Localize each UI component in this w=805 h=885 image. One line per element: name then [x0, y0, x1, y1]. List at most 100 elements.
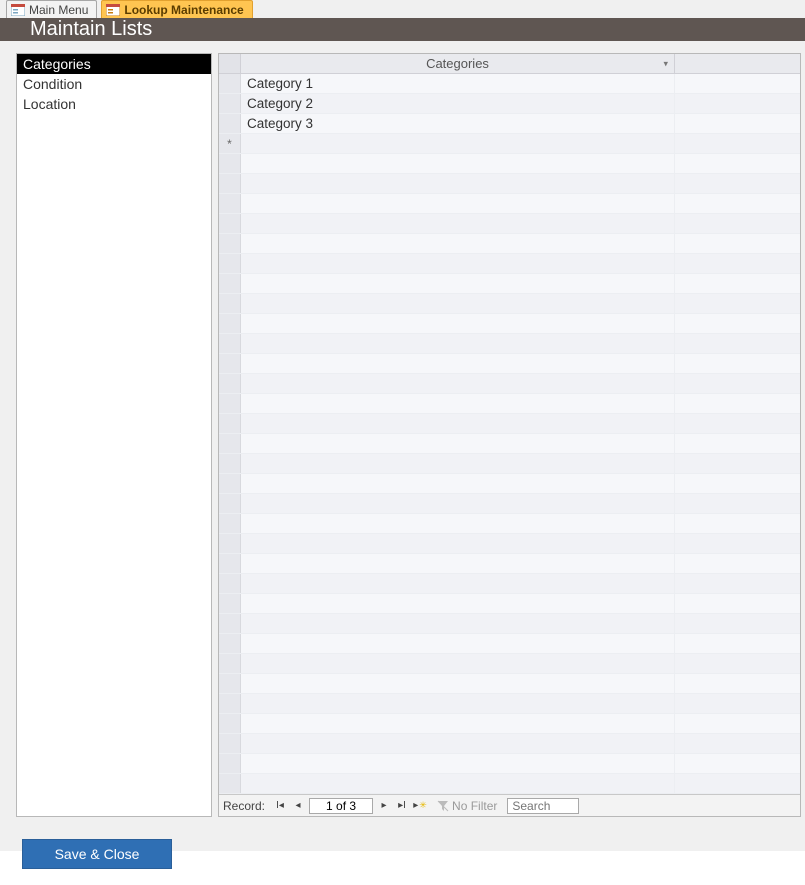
cell-empty[interactable] — [241, 414, 675, 433]
cell-empty[interactable] — [241, 154, 675, 173]
cell-empty[interactable] — [241, 474, 675, 493]
cell-empty[interactable] — [241, 374, 675, 393]
tab-bar: Main Menu Lookup Maintenance — [0, 0, 805, 18]
row-selector[interactable] — [219, 774, 241, 793]
row-selector[interactable] — [219, 154, 241, 173]
cell-empty[interactable] — [241, 454, 675, 473]
row-selector[interactable] — [219, 234, 241, 253]
row-selector[interactable] — [219, 614, 241, 633]
cell-empty[interactable] — [241, 354, 675, 373]
row-filler — [675, 474, 800, 493]
cell-empty[interactable] — [241, 694, 675, 713]
cell-empty[interactable] — [241, 434, 675, 453]
cell-empty[interactable] — [241, 514, 675, 533]
row-selector[interactable] — [219, 634, 241, 653]
cell-category[interactable]: Category 1 — [241, 74, 675, 93]
row-selector[interactable] — [219, 114, 241, 133]
row-selector[interactable] — [219, 514, 241, 533]
row-selector[interactable] — [219, 194, 241, 213]
row-selector[interactable] — [219, 654, 241, 673]
table-row: Category 2 — [219, 94, 800, 114]
row-header-corner[interactable] — [219, 54, 241, 73]
sidebar-item-condition[interactable]: Condition — [17, 74, 211, 94]
search-input[interactable] — [507, 798, 579, 814]
row-selector[interactable] — [219, 554, 241, 573]
column-header-categories[interactable]: Categories ▾ — [241, 54, 675, 73]
row-selector[interactable] — [219, 534, 241, 553]
cell-empty[interactable] — [241, 494, 675, 513]
row-selector[interactable] — [219, 454, 241, 473]
table-row-empty — [219, 534, 800, 554]
cell-empty[interactable] — [241, 394, 675, 413]
row-selector[interactable] — [219, 414, 241, 433]
cell-empty[interactable] — [241, 254, 675, 273]
row-selector[interactable] — [219, 694, 241, 713]
cell-empty[interactable] — [241, 594, 675, 613]
row-selector[interactable] — [219, 314, 241, 333]
row-selector[interactable] — [219, 394, 241, 413]
cell-empty[interactable] — [241, 614, 675, 633]
row-selector[interactable] — [219, 474, 241, 493]
row-selector[interactable] — [219, 214, 241, 233]
cell-empty[interactable] — [241, 534, 675, 553]
cell-empty[interactable] — [241, 234, 675, 253]
row-selector[interactable] — [219, 594, 241, 613]
nav-new-record-icon[interactable]: ▸✳ — [411, 797, 429, 815]
row-selector-new[interactable]: * — [219, 134, 241, 153]
record-position-input[interactable] — [309, 798, 373, 814]
table-row: Category 1 — [219, 74, 800, 94]
row-selector[interactable] — [219, 754, 241, 773]
row-selector[interactable] — [219, 494, 241, 513]
tab-lookup-maintenance[interactable]: Lookup Maintenance — [101, 0, 252, 18]
row-selector[interactable] — [219, 174, 241, 193]
cell-empty[interactable] — [241, 174, 675, 193]
row-selector[interactable] — [219, 94, 241, 113]
cell-empty[interactable] — [241, 654, 675, 673]
table-row-empty — [219, 394, 800, 414]
cell-category[interactable]: Category 3 — [241, 114, 675, 133]
row-selector[interactable] — [219, 674, 241, 693]
sidebar-item-categories[interactable]: Categories — [17, 54, 211, 74]
row-selector[interactable] — [219, 334, 241, 353]
row-selector[interactable] — [219, 274, 241, 293]
cell-empty[interactable] — [241, 214, 675, 233]
row-selector[interactable] — [219, 354, 241, 373]
nav-last-icon[interactable]: ▸I — [393, 797, 411, 815]
cell-category[interactable]: Category 2 — [241, 94, 675, 113]
cell-empty[interactable] — [241, 314, 675, 333]
row-selector[interactable] — [219, 254, 241, 273]
save-close-button[interactable]: Save & Close — [22, 839, 172, 869]
cell-empty[interactable] — [241, 734, 675, 753]
cell-empty[interactable] — [241, 554, 675, 573]
column-headers: Categories ▾ — [219, 54, 800, 74]
cell-empty[interactable] — [241, 274, 675, 293]
row-selector[interactable] — [219, 434, 241, 453]
nav-first-icon[interactable]: I◂ — [271, 797, 289, 815]
table-row-empty — [219, 234, 800, 254]
app-window: Main Menu Lookup Maintenance Maintain Li… — [0, 0, 805, 851]
filter-status[interactable]: No Filter — [429, 799, 505, 813]
row-selector[interactable] — [219, 734, 241, 753]
cell-empty[interactable] — [241, 714, 675, 733]
row-selector[interactable] — [219, 74, 241, 93]
cell-empty[interactable] — [241, 334, 675, 353]
row-selector[interactable] — [219, 714, 241, 733]
nav-next-icon[interactable]: ▸ — [375, 797, 393, 815]
cell-empty[interactable] — [241, 774, 675, 793]
nav-prev-icon[interactable]: ◂ — [289, 797, 307, 815]
row-filler — [675, 74, 800, 93]
row-selector[interactable] — [219, 374, 241, 393]
cell-empty[interactable] — [241, 574, 675, 593]
cell-empty[interactable] — [241, 754, 675, 773]
cell-category-new[interactable] — [241, 134, 675, 153]
cell-empty[interactable] — [241, 634, 675, 653]
cell-empty[interactable] — [241, 674, 675, 693]
chevron-down-icon[interactable]: ▾ — [663, 58, 668, 69]
tab-main-menu[interactable]: Main Menu — [6, 0, 97, 18]
table-row-empty — [219, 634, 800, 654]
sidebar-item-location[interactable]: Location — [17, 94, 211, 114]
cell-empty[interactable] — [241, 194, 675, 213]
cell-empty[interactable] — [241, 294, 675, 313]
row-selector[interactable] — [219, 574, 241, 593]
row-selector[interactable] — [219, 294, 241, 313]
